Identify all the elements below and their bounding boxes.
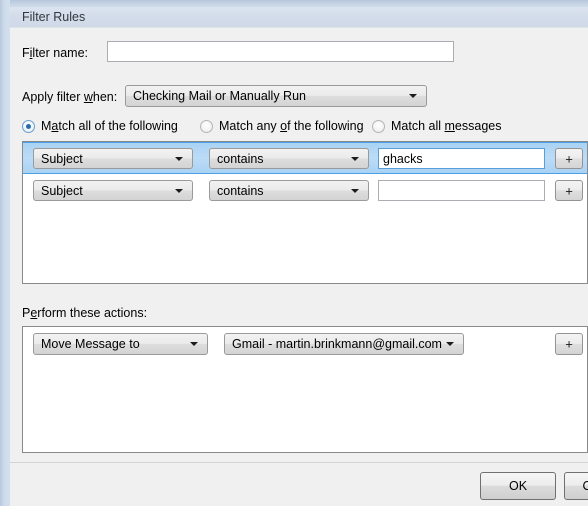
filter-name-label: Filter name:: [22, 46, 89, 60]
filter-rules-window: Filter Rules Filter name: Apply filter w…: [0, 0, 588, 506]
chevron-down-icon: [446, 342, 454, 346]
perform-actions-label: Perform these actions:: [22, 306, 148, 320]
action-type-dropdown-1[interactable]: Move Message to: [33, 333, 208, 355]
condition-value-input-2[interactable]: [378, 180, 545, 201]
radio-indicator: [22, 119, 35, 133]
plus-icon: +: [565, 336, 573, 352]
condition-add-button-1[interactable]: +: [555, 148, 583, 169]
apply-filter-when-label: Apply filter when:: [22, 90, 118, 104]
filter-name-input[interactable]: [107, 41, 454, 62]
condition-row-2[interactable]: Subject contains + −: [23, 175, 587, 207]
apply-filter-when-value: Checking Mail or Manually Run: [133, 89, 306, 103]
title-bar: Filter Rules: [9, 7, 588, 27]
radio-label: Match any of the following: [219, 119, 364, 133]
chevron-down-icon: [351, 188, 359, 193]
plus-icon: +: [565, 183, 573, 198]
chevron-down-icon: [351, 156, 359, 161]
radio-match-all-messages[interactable]: Match all messages: [372, 119, 501, 133]
chevron-down-icon: [409, 94, 417, 98]
condition-operator-value-2: contains: [217, 183, 264, 198]
plus-icon: +: [565, 151, 573, 166]
condition-field-dropdown-2[interactable]: Subject: [33, 180, 193, 201]
condition-add-button-2[interactable]: +: [555, 180, 583, 201]
conditions-list-panel[interactable]: Subject contains + − Subject: [22, 141, 588, 284]
condition-row-1[interactable]: Subject contains + −: [23, 142, 587, 174]
actions-list-panel[interactable]: Move Message to Gmail - martin.brinkmann…: [22, 326, 588, 453]
action-row-1[interactable]: Move Message to Gmail - martin.brinkmann…: [23, 327, 587, 359]
condition-operator-value-1: contains: [217, 151, 264, 166]
window-frame-left: [0, 0, 10, 506]
radio-label: Match all of the following: [41, 119, 178, 133]
apply-filter-when-dropdown[interactable]: Checking Mail or Manually Run: [125, 85, 427, 107]
radio-indicator: [372, 119, 385, 133]
radio-match-all-of-following[interactable]: Match all of the following: [22, 119, 178, 133]
action-type-value-1: Move Message to: [41, 337, 140, 351]
condition-field-dropdown-1[interactable]: Subject: [33, 148, 193, 169]
dialog-body: Filter name: Apply filter when: Checking…: [10, 27, 588, 506]
radio-match-any-of-following[interactable]: Match any of the following: [200, 119, 364, 133]
chevron-down-icon: [175, 188, 183, 193]
radio-indicator: [200, 119, 213, 133]
chevron-down-icon: [175, 156, 183, 161]
condition-operator-dropdown-2[interactable]: contains: [209, 180, 369, 201]
radio-label: Match all messages: [391, 119, 502, 133]
action-add-button-1[interactable]: +: [555, 333, 583, 355]
footer-divider: [10, 462, 588, 463]
chevron-down-icon: [190, 342, 198, 346]
ok-button[interactable]: OK: [480, 472, 556, 500]
condition-value-input-1[interactable]: [378, 148, 545, 169]
action-target-dropdown-1[interactable]: Gmail - martin.brinkmann@gmail.com: [224, 333, 464, 355]
action-target-value-1: Gmail - martin.brinkmann@gmail.com: [232, 337, 442, 351]
window-title: Filter Rules: [22, 10, 86, 24]
condition-operator-dropdown-1[interactable]: contains: [209, 148, 369, 169]
condition-field-value-2: Subject: [41, 183, 83, 198]
condition-field-value-1: Subject: [41, 151, 83, 166]
cancel-button[interactable]: Cancel: [564, 472, 588, 500]
